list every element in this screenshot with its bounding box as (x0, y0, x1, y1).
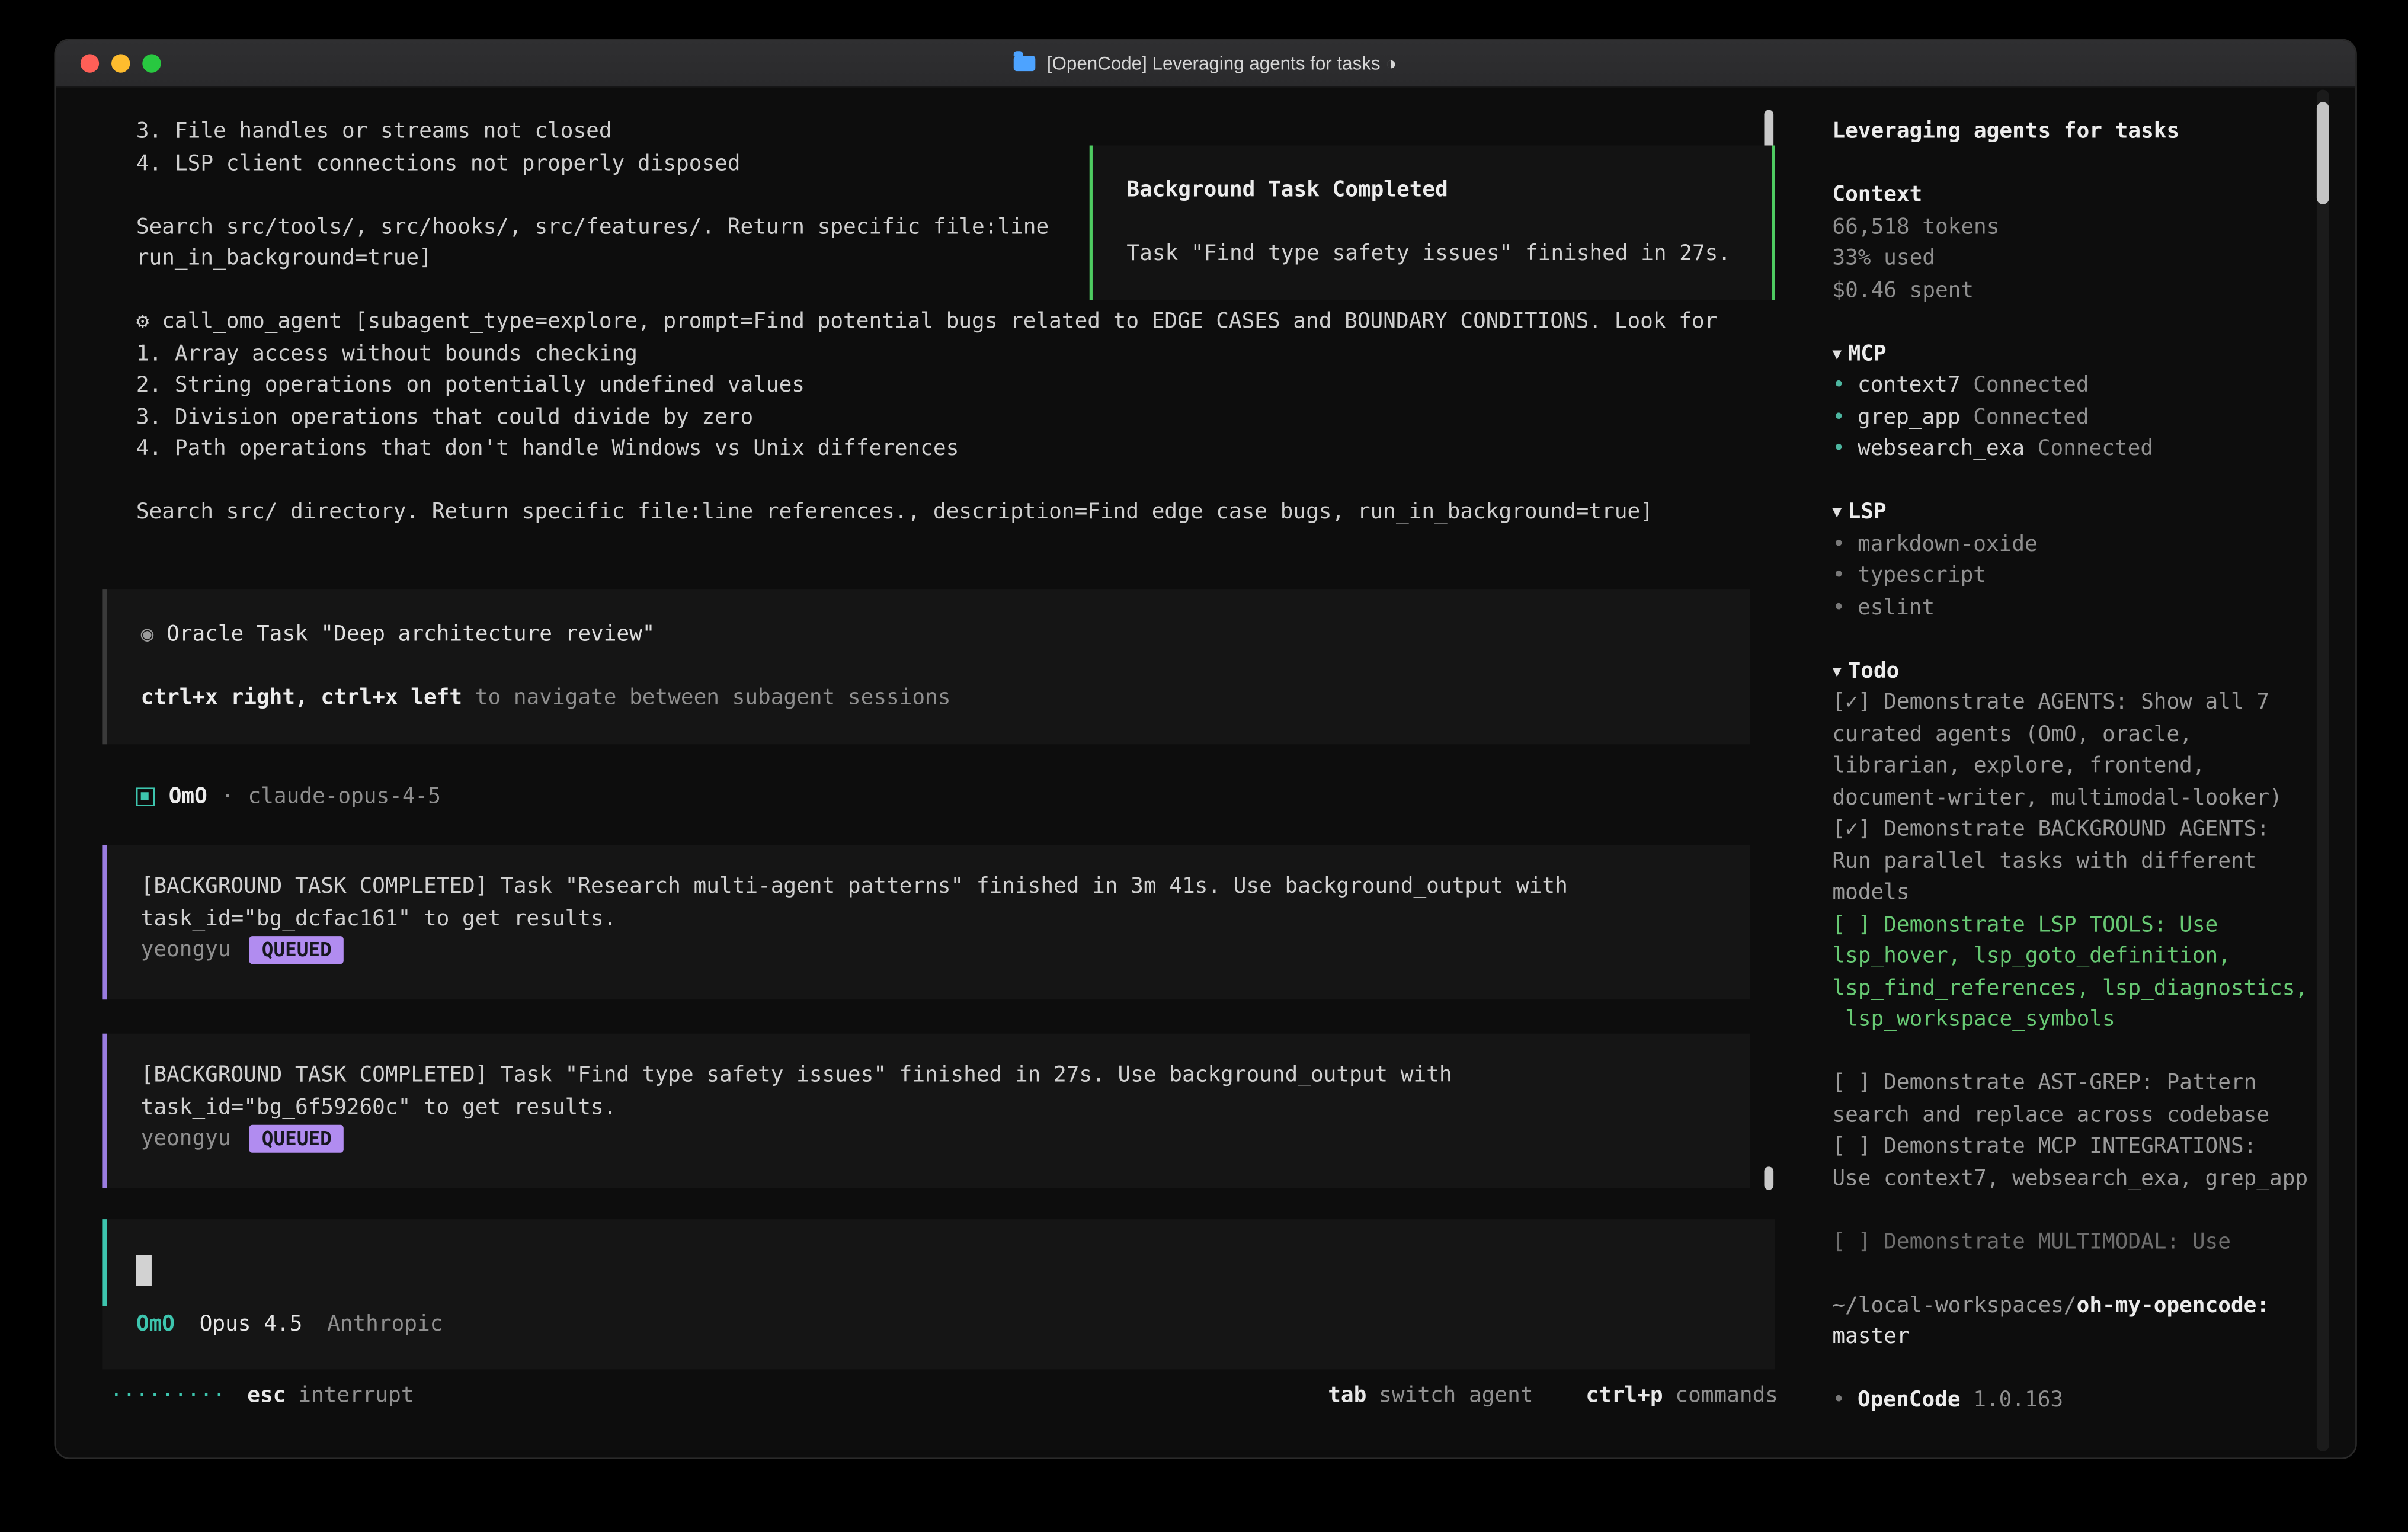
mcp-item: •grep_app Connected (1832, 402, 2312, 434)
todo-item-mcp-integrations: [ ] Demonstrate MCP INTEGRATIONS: Use co… (1832, 1131, 2312, 1194)
message-background-task-1: [BACKGROUND TASK COMPLETED] Task "Resear… (102, 845, 1750, 999)
titlebar: [OpenCode] Leveraging agents for tasks ◑ (56, 40, 2355, 88)
todo-item-ast-grep: [ ] Demonstrate AST-GREP: Pattern search… (1832, 1068, 2312, 1131)
window-title-group: [OpenCode] Leveraging agents for tasks ◑ (1014, 47, 1397, 79)
message-background-task-2: [BACKGROUND TASK COMPLETED] Task "Find t… (102, 1034, 1750, 1188)
close-button[interactable] (81, 54, 99, 72)
statusbar-right: tab switch agent ctrl+p commands (1328, 1380, 1778, 1412)
message-author: yeongyu (141, 1123, 231, 1155)
chat-pane: 3. File handles or streams not closed 4.… (56, 86, 1808, 1457)
bullet-icon: • (1832, 405, 1845, 430)
lsp-item: •eslint (1832, 592, 2312, 624)
todo-item-lsp-tools: [ ] Demonstrate LSP TOOLS: Use lsp_hover… (1832, 909, 2312, 1036)
terminal-content: 3. File handles or streams not closed 4.… (56, 86, 2355, 1457)
separator-dot: · (221, 781, 234, 813)
sidebar: Leveraging agents for tasks Context 66,5… (1808, 86, 2356, 1457)
context-tokens: 66,518 tokens (1832, 211, 2312, 243)
prompt-input[interactable] (102, 1219, 1775, 1306)
agent-header: OmO · claude-opus-4-5 (136, 781, 441, 813)
opencode-window: [OpenCode] Leveraging agents for tasks ◑… (54, 39, 2356, 1459)
session-title: Leveraging agents for tasks (1832, 116, 2312, 148)
message-body: [BACKGROUND TASK COMPLETED] Task "Find t… (141, 1060, 1706, 1123)
traffic-lights (81, 40, 161, 86)
provider-label: Anthropic (327, 1309, 443, 1341)
status-bar: ········· esc interrupt tab switch agent (110, 1380, 1778, 1412)
model-status-row: OmO Opus 4.5 Anthropic (136, 1309, 443, 1341)
workspace-branch: master (1832, 1321, 2312, 1353)
bullet-icon: • (1832, 595, 1845, 620)
tab-hint: tab switch agent (1328, 1380, 1533, 1412)
queued-badge: QUEUED (249, 937, 344, 964)
text-cursor (136, 1255, 152, 1286)
todo-item-multimodal: [ ] Demonstrate MULTIMODAL: Use (1832, 1226, 2312, 1258)
message-body: [BACKGROUND TASK COMPLETED] Task "Resear… (141, 871, 1706, 934)
chevron-down-icon: ▼ (1832, 663, 1842, 680)
mcp-item: •websearch_exa Connected (1832, 433, 2312, 465)
esc-hint: esc interrupt (247, 1380, 414, 1412)
folder-icon (1014, 56, 1036, 71)
workspace-path: ~/local-workspaces/oh-my-opencode: (1832, 1290, 2312, 1322)
agent-checkbox-icon (136, 788, 155, 806)
minimize-button[interactable] (111, 54, 130, 72)
statusbar-left: ········· esc interrupt (110, 1380, 414, 1412)
message-meta: yeongyu QUEUED (141, 1123, 1706, 1155)
context-used: 33% used (1832, 243, 2312, 275)
mcp-item: •context7 Connected (1832, 370, 2312, 402)
bullet-icon: • (1832, 531, 1845, 556)
screen: [OpenCode] Leveraging agents for tasks ◑… (0, 0, 2408, 1532)
chevron-down-icon: ▼ (1832, 346, 1842, 363)
prompt-input-area: OmO Opus 4.5 Anthropic (102, 1219, 1775, 1369)
todo-item-background-agents: [✓] Demonstrate BACKGROUND AGENTS: Run p… (1832, 814, 2312, 909)
spinner-dots: ········· (110, 1380, 225, 1412)
agent-name: OmO (169, 781, 207, 813)
todo-item-agents: [✓] Demonstrate AGENTS: Show all 7 curat… (1832, 687, 2312, 814)
opencode-version: •OpenCode 1.0.163 (1832, 1385, 2312, 1417)
mcp-section-header[interactable]: ▼MCP (1832, 338, 2312, 370)
todo-section-header[interactable]: ▼Todo (1832, 655, 2312, 687)
bullet-icon: • (1832, 563, 1845, 588)
message-author: yeongyu (141, 935, 231, 967)
sidebar-scrollbar-track (2317, 89, 2329, 1451)
commands-hint: ctrl+p commands (1586, 1380, 1778, 1412)
oracle-task-title: ◉ Oracle Task "Deep architecture review" (141, 619, 1750, 651)
agent-model: claude-opus-4-5 (248, 781, 441, 813)
message-meta: yeongyu QUEUED (141, 935, 1706, 967)
model-name-label: Opus 4.5 (200, 1309, 303, 1341)
active-agent-label: OmO (136, 1309, 175, 1341)
chevron-down-icon: ▼ (1832, 504, 1842, 521)
toast-title: Background Task Completed (1126, 175, 1772, 207)
fisheye-icon: ◉ (141, 622, 154, 647)
queued-badge: QUEUED (249, 1125, 344, 1153)
window-title: [OpenCode] Leveraging agents for tasks ◑ (1047, 47, 1397, 79)
lsp-item: •typescript (1832, 560, 2312, 592)
toast-body: Task "Find type safety issues" finished … (1126, 238, 1772, 270)
sidebar-scrollbar-thumb[interactable] (2317, 102, 2329, 204)
bullet-icon: • (1832, 1388, 1845, 1413)
zoom-button[interactable] (142, 54, 161, 72)
subagent-nav-hint: ctrl+x right, ctrl+x left to navigate be… (141, 682, 1750, 714)
background-task-toast: Background Task Completed Task "Find typ… (1090, 146, 1775, 300)
chat-scrollbar-thumb-lower[interactable] (1764, 1166, 1773, 1190)
tool-call-text: ⚙ call_omo_agent [subagent_type=explore,… (136, 306, 1770, 528)
context-heading: Context (1832, 180, 2312, 211)
oracle-task-card: ◉ Oracle Task "Deep architecture review"… (102, 589, 1750, 744)
context-spent: $0.46 spent (1832, 275, 2312, 307)
bullet-icon: • (1832, 373, 1845, 398)
bullet-icon: • (1832, 437, 1845, 461)
lsp-section-header[interactable]: ▼LSP (1832, 496, 2312, 528)
lsp-item: •markdown-oxide (1832, 528, 2312, 560)
